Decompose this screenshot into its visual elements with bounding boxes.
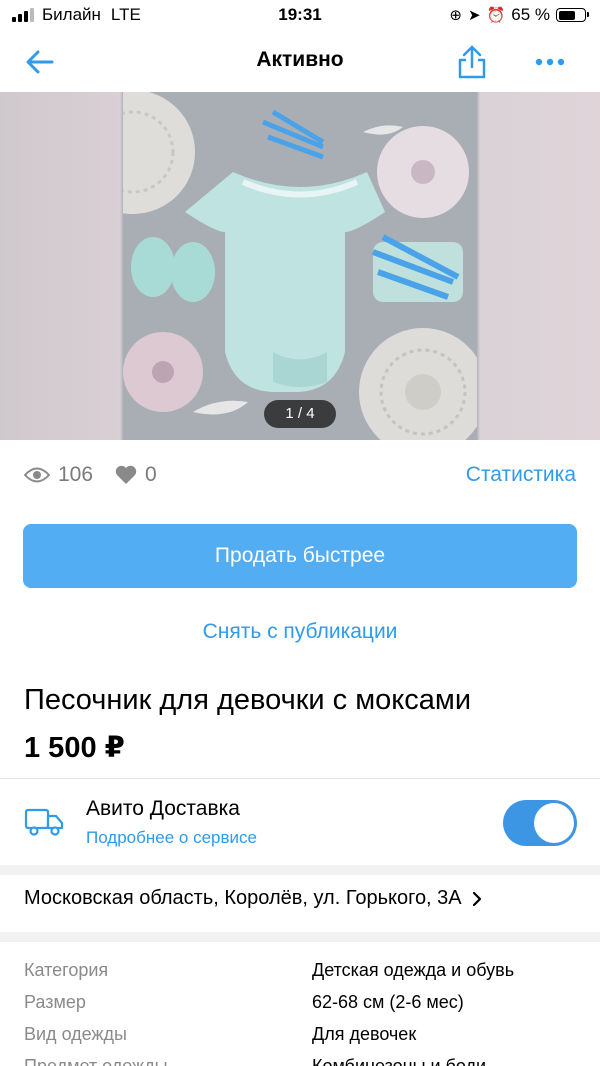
section-gap — [0, 932, 600, 942]
params-table: Категория Детская одежда и обувь Размер … — [24, 954, 584, 1066]
param-value: Комбинезоны и боди — [312, 1055, 487, 1066]
likes-count: 0 — [145, 463, 157, 486]
chevron-right-icon — [472, 891, 481, 906]
battery-percent: 65 % — [511, 5, 550, 24]
param-key: Категория — [24, 959, 109, 980]
delivery-toggle[interactable] — [503, 800, 577, 846]
divider — [0, 778, 600, 779]
statistics-link[interactable]: Статистика — [466, 463, 576, 487]
listing-title: Песочник для девочки с моксами — [24, 684, 472, 716]
stats-row: 106 0 Статистика — [24, 458, 576, 492]
photo-gallery[interactable]: 1 / 4 — [0, 92, 600, 440]
param-row: Категория Детская одежда и обувь — [24, 954, 584, 986]
app-header: Активно — [0, 32, 600, 92]
param-row: Размер 62-68 см (2-6 мес) — [24, 986, 584, 1018]
param-key: Предмет одежды — [24, 1055, 168, 1066]
delivery-name: Авито Доставка — [86, 797, 240, 820]
param-key: Вид одежды — [24, 1023, 127, 1044]
product-image — [123, 92, 477, 440]
address-row[interactable]: Московская область, Королёв, ул. Горьког… — [24, 887, 576, 910]
rotation-lock-icon: ⊕ — [449, 7, 462, 24]
param-value: Для девочек — [312, 1023, 417, 1044]
truck-icon — [24, 808, 64, 836]
address-text: Московская область, Королёв, ул. Горьког… — [24, 887, 462, 909]
status-right: ⊕ ➤ ⏰ 65 % — [449, 5, 589, 25]
param-value: 62-68 см (2-6 мес) — [312, 991, 464, 1012]
back-button[interactable] — [26, 44, 66, 80]
page-title: Активно — [256, 48, 344, 71]
battery-icon — [556, 8, 589, 22]
unpublish-link[interactable]: Снять с публикации — [0, 620, 600, 644]
views-stat: 106 — [24, 463, 93, 487]
param-row: Вид одежды Для девочек — [24, 1018, 584, 1050]
param-value: Детская одежда и обувь — [312, 959, 515, 980]
eye-icon — [24, 467, 50, 483]
status-bar: Билайн LTE 19:31 ⊕ ➤ ⏰ 65 % — [0, 0, 600, 32]
heart-icon — [115, 465, 137, 484]
location-icon: ➤ — [467, 7, 481, 24]
sell-faster-button[interactable]: Продать быстрее — [23, 524, 577, 588]
views-count: 106 — [58, 463, 94, 486]
param-row: Предмет одежды Комбинезоны и боди — [24, 1050, 584, 1066]
toggle-knob — [534, 803, 574, 843]
listing-price: 1 500 ₽ — [24, 732, 125, 764]
alarm-icon: ⏰ — [486, 7, 506, 24]
photo-counter: 1 / 4 — [264, 400, 336, 428]
likes-stat: 0 — [115, 463, 157, 487]
more-button[interactable] — [530, 42, 570, 82]
param-key: Размер — [24, 991, 86, 1012]
delivery-details-link[interactable]: Подробнее о сервисе — [86, 828, 257, 848]
arrow-left-icon — [26, 50, 54, 74]
listing-photo[interactable] — [123, 92, 477, 440]
share-icon — [458, 45, 486, 79]
more-dots-icon — [535, 58, 565, 66]
section-gap — [0, 865, 600, 875]
share-button[interactable] — [452, 42, 492, 82]
